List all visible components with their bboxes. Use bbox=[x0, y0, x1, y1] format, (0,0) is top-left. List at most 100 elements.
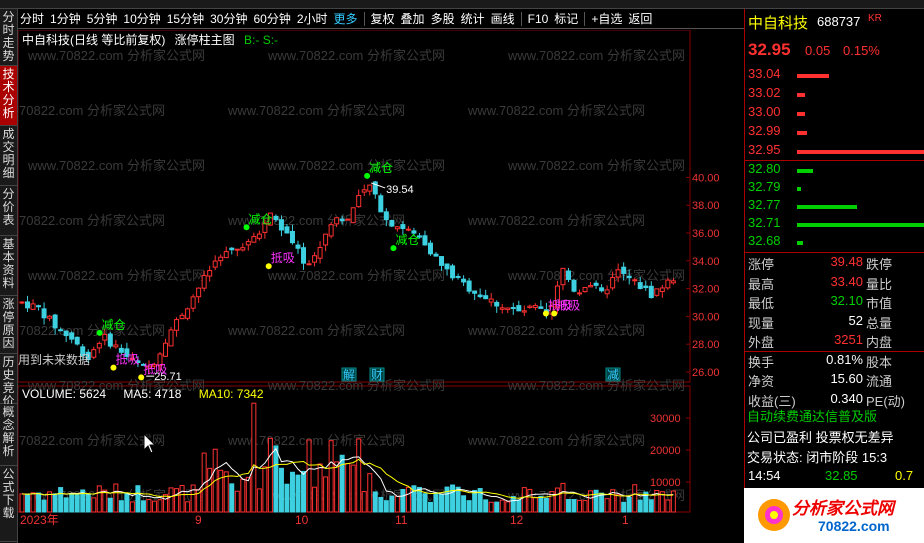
candle-body bbox=[577, 292, 583, 295]
watermark: www.70822.com 分析家公式网 bbox=[267, 48, 445, 63]
candle-body bbox=[201, 274, 207, 289]
stat-row: 换手 0.81% 股本 bbox=[745, 350, 924, 372]
bid-row[interactable]: 32.79 bbox=[745, 179, 924, 199]
ask-row[interactable]: 33.00 bbox=[745, 104, 924, 124]
toolbar-item[interactable]: 30分钟 bbox=[210, 10, 247, 27]
side-tab[interactable]: 分时走势 bbox=[0, 9, 17, 66]
ask-row[interactable]: 32.95 bbox=[745, 142, 924, 162]
side-tab[interactable]: 历史竞价 bbox=[0, 354, 17, 408]
candle-body bbox=[483, 295, 489, 300]
bid-row[interactable]: 32.71 bbox=[745, 215, 924, 235]
side-tab[interactable]: 涨停原因 bbox=[0, 296, 17, 354]
ask-row[interactable]: 33.04 bbox=[745, 66, 924, 86]
stock-code: 688737 bbox=[817, 14, 861, 29]
candle-body bbox=[306, 263, 312, 266]
candle-body bbox=[637, 282, 643, 289]
side-tab[interactable]: 公式下载 bbox=[0, 466, 17, 542]
stock-name: 中自科技 bbox=[748, 15, 809, 32]
chart-title-bar: 中自科技(日线 等比前复权) 涨停柱主图 B:- S:- bbox=[22, 31, 278, 48]
ask-row[interactable]: 32.99 bbox=[745, 123, 924, 143]
volume-bar bbox=[499, 499, 505, 513]
kline-chart[interactable]: www.70822.com 分析家公式网 www.70822.com 分析家公式网… bbox=[18, 30, 744, 543]
candle-body bbox=[560, 267, 566, 286]
candle-body bbox=[632, 279, 638, 282]
volume-bar bbox=[157, 499, 163, 513]
watermark: www.70822.com 分析家公式网 bbox=[227, 103, 405, 118]
toolbar-item[interactable]: 统计 bbox=[461, 10, 485, 27]
toolbar-item[interactable]: 2小时 bbox=[297, 10, 328, 27]
bid-row[interactable]: 32.68 bbox=[745, 233, 924, 253]
volume-bar bbox=[19, 493, 25, 513]
event-label: 解 bbox=[343, 368, 355, 382]
candle-body bbox=[389, 220, 395, 227]
candle-body bbox=[461, 278, 467, 283]
watermark: www.70822.com 分析家公式网 bbox=[27, 48, 205, 63]
volume-bar bbox=[444, 486, 450, 513]
ask-row[interactable]: 33.02 bbox=[745, 85, 924, 105]
toolbar-item[interactable]: 15分钟 bbox=[167, 10, 204, 27]
candle-body bbox=[593, 282, 599, 286]
logo-text: 分析家公式网 bbox=[792, 499, 894, 518]
toolbar-item[interactable]: 更多 bbox=[334, 10, 358, 27]
volume-bar bbox=[312, 486, 318, 513]
volume-bar bbox=[284, 483, 290, 513]
side-tab[interactable]: 分价表 bbox=[0, 186, 17, 236]
volume-bar bbox=[118, 500, 124, 513]
candle-body bbox=[383, 211, 389, 221]
ad-line-2: 公司已盈利 投票权无差异 bbox=[747, 430, 894, 445]
x-axis-label: 2023年 bbox=[20, 513, 59, 527]
chart-canvas[interactable]: www.70822.com 分析家公式网 www.70822.com 分析家公式网… bbox=[18, 30, 744, 543]
bs-signal: B:- S:- bbox=[244, 33, 279, 47]
volume-bar bbox=[571, 499, 577, 513]
side-tab[interactable]: 技术分析 bbox=[0, 66, 17, 126]
volume-bar bbox=[135, 485, 141, 513]
ad-line-1[interactable]: 自动续费通达信普及版 bbox=[745, 406, 924, 426]
signal-marker: 减仓 bbox=[369, 161, 393, 175]
candle-body bbox=[295, 244, 301, 249]
volume-bar bbox=[543, 497, 549, 513]
volume-bar bbox=[560, 482, 566, 513]
volume-bar bbox=[516, 499, 522, 513]
toolbar-item[interactable]: 5分钟 bbox=[87, 10, 118, 27]
toolbar-item[interactable]: 复权 bbox=[371, 10, 395, 27]
toolbar-item[interactable]: +自选 bbox=[591, 10, 622, 27]
candle-body bbox=[433, 253, 439, 257]
volume-bar bbox=[532, 497, 538, 513]
y-tick-label: 36.00 bbox=[692, 228, 720, 240]
candle-body bbox=[312, 255, 318, 263]
toolbar-item[interactable]: 多股 bbox=[431, 10, 455, 27]
main-indicator-name[interactable]: 涨停柱主图 bbox=[175, 33, 235, 47]
candle-body bbox=[212, 260, 218, 268]
toolbar-item[interactable]: F10 bbox=[528, 12, 549, 26]
candle-body bbox=[654, 288, 660, 296]
toolbar-item[interactable]: 画线 bbox=[491, 10, 515, 27]
volume-bar bbox=[334, 461, 340, 513]
candle-body bbox=[444, 263, 450, 270]
side-tab[interactable]: 概念解析 bbox=[0, 404, 17, 466]
candle-body bbox=[670, 280, 676, 284]
toolbar-item[interactable]: 叠加 bbox=[401, 10, 425, 27]
candle-body bbox=[289, 230, 295, 244]
volume-bar bbox=[400, 488, 406, 513]
side-tab[interactable]: 成交明细 bbox=[0, 126, 17, 186]
toolbar-item[interactable]: 10分钟 bbox=[123, 10, 160, 27]
x-axis-label: 12 bbox=[510, 513, 524, 527]
side-tab[interactable]: 基本资料 bbox=[0, 236, 17, 296]
volume-bar bbox=[179, 484, 185, 513]
toolbar-item[interactable]: 返回 bbox=[628, 10, 652, 27]
candle-body bbox=[240, 247, 246, 251]
volume-bar bbox=[174, 488, 180, 513]
toolbar-item[interactable]: 分时 bbox=[20, 10, 44, 27]
watermark: www.70822.com 分析家公式网 bbox=[18, 433, 165, 448]
candle-body bbox=[301, 247, 307, 264]
toolbar-item[interactable]: 1分钟 bbox=[50, 10, 81, 27]
vol-tick-label: 20000 bbox=[650, 445, 681, 457]
candle-body bbox=[659, 287, 665, 292]
toolbar-item[interactable]: 60分钟 bbox=[253, 10, 290, 27]
candle-body bbox=[378, 195, 384, 213]
volume-bar bbox=[626, 496, 632, 513]
bid-row[interactable]: 32.77 bbox=[745, 197, 924, 217]
bid-row[interactable]: 32.80 bbox=[745, 161, 924, 181]
toolbar-item[interactable]: 标记 bbox=[554, 10, 578, 27]
watermark: www.70822.com 分析家公式网 bbox=[507, 158, 685, 173]
